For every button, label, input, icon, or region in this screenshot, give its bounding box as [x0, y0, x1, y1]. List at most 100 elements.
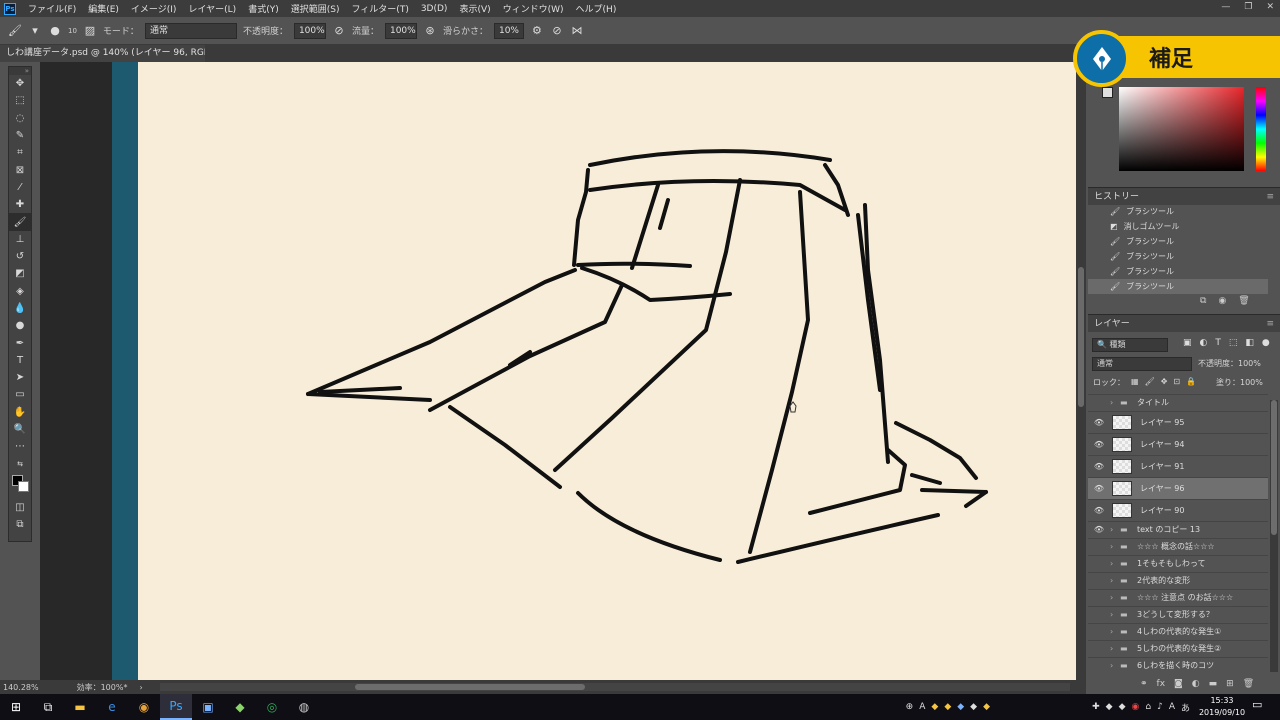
volume-icon[interactable]: ♪	[1157, 702, 1163, 712]
paint-app-icon[interactable]: ◆	[224, 694, 256, 720]
menu-file[interactable]: ファイル(F)	[22, 2, 82, 15]
screen-mode-icon[interactable]: ⧉	[9, 516, 31, 533]
history-item-selected[interactable]: 🖌 ブラシツール	[1088, 279, 1268, 294]
tray-app-icon[interactable]: ◆	[944, 702, 951, 712]
eye-icon[interactable]: 👁	[1088, 506, 1110, 515]
taskbar-clock[interactable]: 15:33 2019/09/10	[1198, 694, 1246, 720]
layer-group[interactable]: › ▬ 6しわを描く時のコツ	[1088, 657, 1268, 674]
brush-tool-icon[interactable]: 🖌	[8, 24, 22, 37]
tray-app-icon[interactable]: ◆	[1106, 702, 1113, 712]
layer-row-selected[interactable]: 👁 レイヤー 96	[1088, 477, 1268, 499]
tray-app-icon[interactable]: ⊕	[906, 702, 914, 712]
blend-mode-select[interactable]: 通常	[1092, 357, 1192, 371]
ime-mode-icon[interactable]: A	[1169, 702, 1175, 712]
pressure-size-icon[interactable]: ⊘	[550, 24, 564, 37]
close-icon[interactable]: ✕	[1266, 2, 1274, 12]
lock-artboard-icon[interactable]: ⊡	[1173, 377, 1180, 388]
adjustment-layer-icon[interactable]: ◐	[1192, 679, 1200, 689]
chevron-right-icon[interactable]: ›	[1110, 525, 1120, 534]
delete-layer-icon[interactable]: 🗑	[1243, 679, 1254, 689]
marquee-tool-icon[interactable]: ⬚	[9, 92, 31, 109]
chevron-right-icon[interactable]: ›	[1110, 398, 1120, 407]
delete-icon[interactable]: 🗑	[1238, 296, 1249, 306]
menu-type[interactable]: 書式(Y)	[242, 2, 285, 15]
chevron-right-icon[interactable]: ›	[1110, 610, 1120, 619]
menu-edit[interactable]: 編集(E)	[82, 2, 125, 15]
edge-browser-icon[interactable]: e	[96, 694, 128, 720]
flow-field[interactable]: 100%	[384, 22, 417, 39]
pen-tool-icon[interactable]: ✒	[9, 334, 31, 351]
rectangle-tool-icon[interactable]: ▭	[9, 386, 31, 403]
eyedropper-tool-icon[interactable]: ⁄	[9, 179, 31, 196]
link-layers-icon[interactable]: ⚭	[1140, 679, 1148, 689]
layer-group[interactable]: › ▬ 3どうして変形する？	[1088, 606, 1268, 623]
layer-group[interactable]: › ▬ 1そもそもしわって	[1088, 555, 1268, 572]
minimize-icon[interactable]: —	[1221, 2, 1230, 12]
layer-group[interactable]: › ▬ タイトル	[1088, 394, 1268, 411]
path-select-tool-icon[interactable]: ➤	[9, 369, 31, 386]
hue-slider[interactable]	[1256, 87, 1266, 171]
panel-grip[interactable]: »	[9, 67, 31, 75]
eye-icon[interactable]: 👁	[1088, 440, 1110, 449]
eye-icon[interactable]: 👁	[1088, 484, 1110, 493]
brush-preset-icon[interactable]: ●	[48, 24, 62, 37]
layer-opacity-value[interactable]: 100%	[1238, 359, 1261, 368]
chevron-right-icon[interactable]: ›	[1110, 627, 1120, 636]
healing-brush-tool-icon[interactable]: ✚	[9, 196, 31, 213]
snapshot-icon[interactable]: ◉	[1218, 296, 1226, 306]
opacity-field[interactable]: 100%	[293, 22, 326, 39]
tray-app-icon[interactable]: ◉	[1131, 702, 1139, 712]
layer-group[interactable]: › ▬ 5しわの代表的な発生②	[1088, 640, 1268, 657]
add-mask-icon[interactable]: ◙	[1174, 679, 1183, 689]
quick-select-tool-icon[interactable]: ✎	[9, 127, 31, 144]
background-color[interactable]	[18, 480, 29, 492]
layer-group[interactable]: › ▬ 2代表的な変形	[1088, 572, 1268, 589]
canvas-horizontal-scrollbar[interactable]	[160, 683, 1070, 691]
menu-select[interactable]: 選択範囲(S)	[285, 2, 346, 15]
menu-3d[interactable]: 3D(D)	[415, 4, 454, 14]
eye-icon[interactable]: 👁	[1088, 462, 1110, 471]
lock-all-icon[interactable]: 🔒	[1186, 377, 1196, 388]
canvas-vertical-scrollbar[interactable]	[1076, 62, 1086, 682]
shape-filter-icon[interactable]: ⬚	[1229, 338, 1238, 348]
photoshop-taskbar-icon[interactable]: Ps	[160, 694, 192, 720]
lock-pixels-icon[interactable]: 🖌	[1145, 377, 1155, 388]
horizontal-scroll-thumb[interactable]	[355, 684, 585, 690]
document-tab[interactable]: しわ講座データ.psd @ 140% (レイヤー 96, RGB/8#) * ×	[0, 45, 205, 62]
blur-tool-icon[interactable]: 💧	[9, 300, 31, 317]
smoothing-field[interactable]: 10%	[493, 22, 524, 39]
history-item[interactable]: ◩ 消しゴムツール	[1088, 219, 1268, 234]
tray-app-icon[interactable]: ◆	[1119, 702, 1126, 712]
color-swatches[interactable]	[9, 473, 31, 499]
pixel-filter-icon[interactable]: ▣	[1183, 338, 1192, 348]
adjustment-filter-icon[interactable]: ◐	[1200, 338, 1208, 348]
task-view-icon[interactable]: ⧉	[32, 694, 64, 720]
lasso-tool-icon[interactable]: ◌	[9, 110, 31, 127]
airbrush-icon[interactable]: ⊛	[423, 24, 437, 37]
new-document-from-state-icon[interactable]: ⧉	[1200, 296, 1206, 306]
layer-row[interactable]: 👁 レイヤー 91	[1088, 455, 1268, 477]
layers-scrollbar[interactable]	[1270, 400, 1278, 672]
layer-group[interactable]: › ▬ 4しわの代表的な発生①	[1088, 623, 1268, 640]
layers-scroll-thumb[interactable]	[1271, 400, 1277, 535]
smart-object-filter-icon[interactable]: ◧	[1245, 338, 1254, 348]
layer-fill[interactable]: 塗り：100%	[1216, 377, 1263, 388]
fill-value[interactable]: 100%	[1240, 378, 1263, 387]
chevron-right-icon[interactable]: ›	[1110, 661, 1120, 670]
ime-icon[interactable]: A	[919, 702, 925, 712]
ime-icon[interactable]: あ	[1181, 701, 1190, 714]
history-item[interactable]: 🖌 ブラシツール	[1088, 234, 1268, 249]
layer-row[interactable]: 👁 レイヤー 95	[1088, 411, 1268, 433]
type-filter-icon[interactable]: T	[1215, 338, 1221, 348]
layer-row[interactable]: 👁 レイヤー 94	[1088, 433, 1268, 455]
layer-filter-select[interactable]: 🔍 種類	[1092, 338, 1168, 352]
layer-opacity[interactable]: 不透明度：100%	[1198, 358, 1261, 369]
type-tool-icon[interactable]: T	[9, 352, 31, 369]
symmetry-icon[interactable]: ⋈	[570, 24, 584, 37]
panel-menu-icon[interactable]: ≡	[1266, 315, 1274, 333]
window-app-icon[interactable]: ▣	[192, 694, 224, 720]
menu-filter[interactable]: フィルター(T)	[345, 2, 414, 15]
history-panel-header[interactable]: ヒストリー ≡	[1088, 187, 1280, 205]
menu-window[interactable]: ウィンドウ(W)	[497, 2, 570, 15]
chrome-browser-icon[interactable]: ◉	[128, 694, 160, 720]
